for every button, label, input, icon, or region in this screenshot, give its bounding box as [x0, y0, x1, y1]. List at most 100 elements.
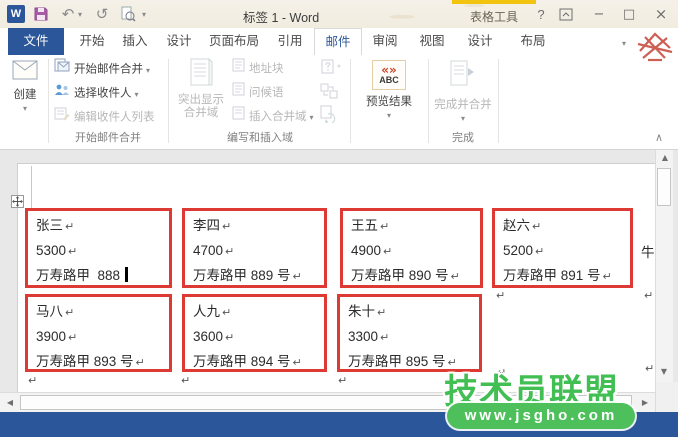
- tab-view[interactable]: 视图: [412, 28, 452, 55]
- redo-button[interactable]: ↺: [92, 4, 112, 24]
- finish-merge-button[interactable]: 完成并合并 ▾: [432, 60, 494, 124]
- recipient-amount: 3600↵: [193, 327, 324, 352]
- address-block-icon: [232, 58, 245, 80]
- label-cell-zhangsan[interactable]: 张三↵ 5300↵ 万寿路甲 888: [25, 208, 172, 288]
- finish-merge-label: 完成并合并: [432, 96, 494, 112]
- preview-results-button[interactable]: «» ABC 预览结果 ▾: [356, 60, 422, 121]
- highlight-merge-fields-icon: [189, 79, 213, 91]
- recipient-amount: 5300↵: [36, 241, 169, 266]
- label-cell-wangwu[interactable]: 王五↵ 4900↵ 万寿路甲 890 号↵: [340, 208, 483, 288]
- select-recipients-button[interactable]: 选择收件人▾: [54, 82, 139, 104]
- paragraph-mark: ↵: [136, 356, 145, 369]
- chevron-down-icon: ▾: [461, 114, 465, 123]
- paragraph-mark: ↵: [181, 374, 190, 387]
- preview-results-label: 预览结果: [356, 93, 422, 109]
- recipient-name: 人九↵: [193, 302, 324, 327]
- tab-references[interactable]: 引用: [270, 28, 310, 55]
- recipient-name: 牛: [641, 243, 655, 268]
- edit-recipient-list-icon: [54, 106, 70, 129]
- scroll-right-button[interactable]: ▶: [637, 396, 653, 410]
- print-preview-icon[interactable]: [120, 6, 136, 25]
- tab-insert[interactable]: 插入: [115, 28, 155, 55]
- word-window: W ↶ ▾ ↺ ▾ 标签 1 - Word 表格工具 ? − □ × 文件 开始…: [0, 0, 678, 437]
- match-fields-icon[interactable]: [320, 83, 338, 102]
- tab-mailings[interactable]: 邮件: [314, 28, 362, 55]
- label-cell-maba[interactable]: 马八↵ 3900↵ 万寿路甲 893 号↵: [25, 294, 172, 372]
- paragraph-mark: ↵: [293, 356, 302, 369]
- create-button[interactable]: 创建 ▾: [6, 60, 44, 114]
- word-logo-icon[interactable]: W: [7, 5, 25, 23]
- chevron-down-icon: ▾: [387, 111, 391, 120]
- rules-icon[interactable]: [320, 59, 342, 78]
- paragraph-mark: ↵: [68, 245, 77, 258]
- tab-design[interactable]: 设计: [159, 28, 199, 55]
- address-block-button[interactable]: 地址块: [232, 58, 284, 80]
- vertical-scroll-thumb[interactable]: [657, 168, 671, 206]
- table-tools-label: 表格工具: [452, 8, 536, 25]
- tab-table-design[interactable]: 设计: [460, 28, 500, 55]
- group-separator: [498, 59, 499, 143]
- qat-customize-icon[interactable]: ▾: [142, 11, 146, 19]
- insert-merge-field-icon: [232, 106, 245, 128]
- tab-page-layout[interactable]: 页面布局: [203, 28, 265, 55]
- recipient-name: 王五↵: [351, 216, 480, 241]
- close-button[interactable]: ×: [648, 5, 674, 24]
- label-cell-renjiu[interactable]: 人九↵ 3600↵ 万寿路甲 894 号↵: [182, 294, 327, 372]
- tab-file[interactable]: 文件: [8, 28, 64, 55]
- paragraph-mark: ↵: [28, 374, 37, 387]
- undo-dropdown-icon[interactable]: ▾: [78, 11, 82, 19]
- seal-watermark-icon: [634, 29, 676, 66]
- undo-button[interactable]: ↶: [58, 4, 78, 24]
- recipient-name: 朱十↵: [348, 302, 479, 327]
- scroll-down-button[interactable]: ▼: [655, 364, 673, 380]
- tab-table-layout[interactable]: 布局: [513, 28, 553, 55]
- label-cell-zhaoliu[interactable]: 赵六↵ 5200↵ 万寿路甲 891 号↵: [492, 208, 633, 288]
- overflow-dropdown-icon[interactable]: ▾: [622, 40, 626, 48]
- paragraph-mark: ↵: [383, 245, 392, 258]
- tab-review[interactable]: 审阅: [365, 28, 405, 55]
- insert-merge-field-button[interactable]: 插入合并域▾: [232, 106, 314, 128]
- tab-home[interactable]: 开始: [72, 28, 112, 55]
- save-icon[interactable]: [33, 6, 49, 25]
- table-move-handle[interactable]: [11, 195, 24, 208]
- recipient-address: 万寿路甲 893 号↵: [36, 352, 169, 377]
- address-block-label: 地址块: [249, 63, 284, 75]
- maximize-button[interactable]: □: [616, 5, 642, 24]
- scrollbar-corner: [655, 382, 678, 412]
- label-cell-zhushi[interactable]: 朱十↵ 3300↵ 万寿路甲 895 号↵: [337, 294, 482, 372]
- greeting-line-label: 问候语: [249, 87, 284, 99]
- title-bar: W ↶ ▾ ↺ ▾ 标签 1 - Word 表格工具 ? − □ ×: [0, 0, 678, 28]
- minimize-button[interactable]: −: [586, 5, 612, 24]
- recipient-amount: 3900↵: [36, 327, 169, 352]
- paragraph-mark: ↵: [65, 306, 74, 319]
- help-button[interactable]: ?: [528, 5, 554, 24]
- scroll-left-button[interactable]: ◀: [2, 396, 18, 410]
- abc-glyph: ABC: [379, 75, 399, 85]
- watermark-site: www.jsgho.com: [447, 403, 635, 429]
- recipient-name: 赵六↵: [503, 216, 630, 241]
- start-mail-merge-button[interactable]: 开始邮件合并▾: [54, 58, 150, 80]
- edit-recipient-list-button[interactable]: 编辑收件人列表: [54, 106, 155, 128]
- insert-merge-field-label: 插入合并域: [249, 111, 307, 123]
- recipient-address: 万寿路甲 894 号↵: [193, 352, 324, 377]
- collapse-ribbon-button[interactable]: ∧: [655, 131, 663, 144]
- ribbon-display-options-icon[interactable]: [559, 8, 573, 24]
- label-cell-clipped[interactable]: 牛 4 万: [641, 213, 655, 293]
- finish-merge-icon: [448, 81, 478, 93]
- recipient-address: 万寿路甲 889 号↵: [193, 266, 324, 291]
- paragraph-mark: ↵: [222, 306, 231, 319]
- chevron-down-icon: ▾: [146, 66, 150, 75]
- update-labels-icon[interactable]: [320, 105, 338, 126]
- greeting-line-button[interactable]: 问候语: [232, 82, 284, 104]
- start-mail-merge-icon: [54, 58, 70, 81]
- text-cursor: [125, 267, 128, 282]
- scroll-up-button[interactable]: ▲: [656, 150, 674, 166]
- start-mail-merge-group-label: 开始邮件合并: [52, 129, 164, 145]
- highlight-merge-fields-button[interactable]: 突出显示合并域: [174, 58, 228, 120]
- label-cell-lisi[interactable]: 李四↵ 4700↵ 万寿路甲 889 号↵: [182, 208, 327, 288]
- recipient-amount: 3300↵: [348, 327, 479, 352]
- table-tools-accent: [452, 0, 536, 4]
- chevron-down-icon: ▾: [23, 104, 27, 113]
- paragraph-mark: ↵: [496, 289, 505, 302]
- recipient-amount: 5200↵: [503, 241, 630, 266]
